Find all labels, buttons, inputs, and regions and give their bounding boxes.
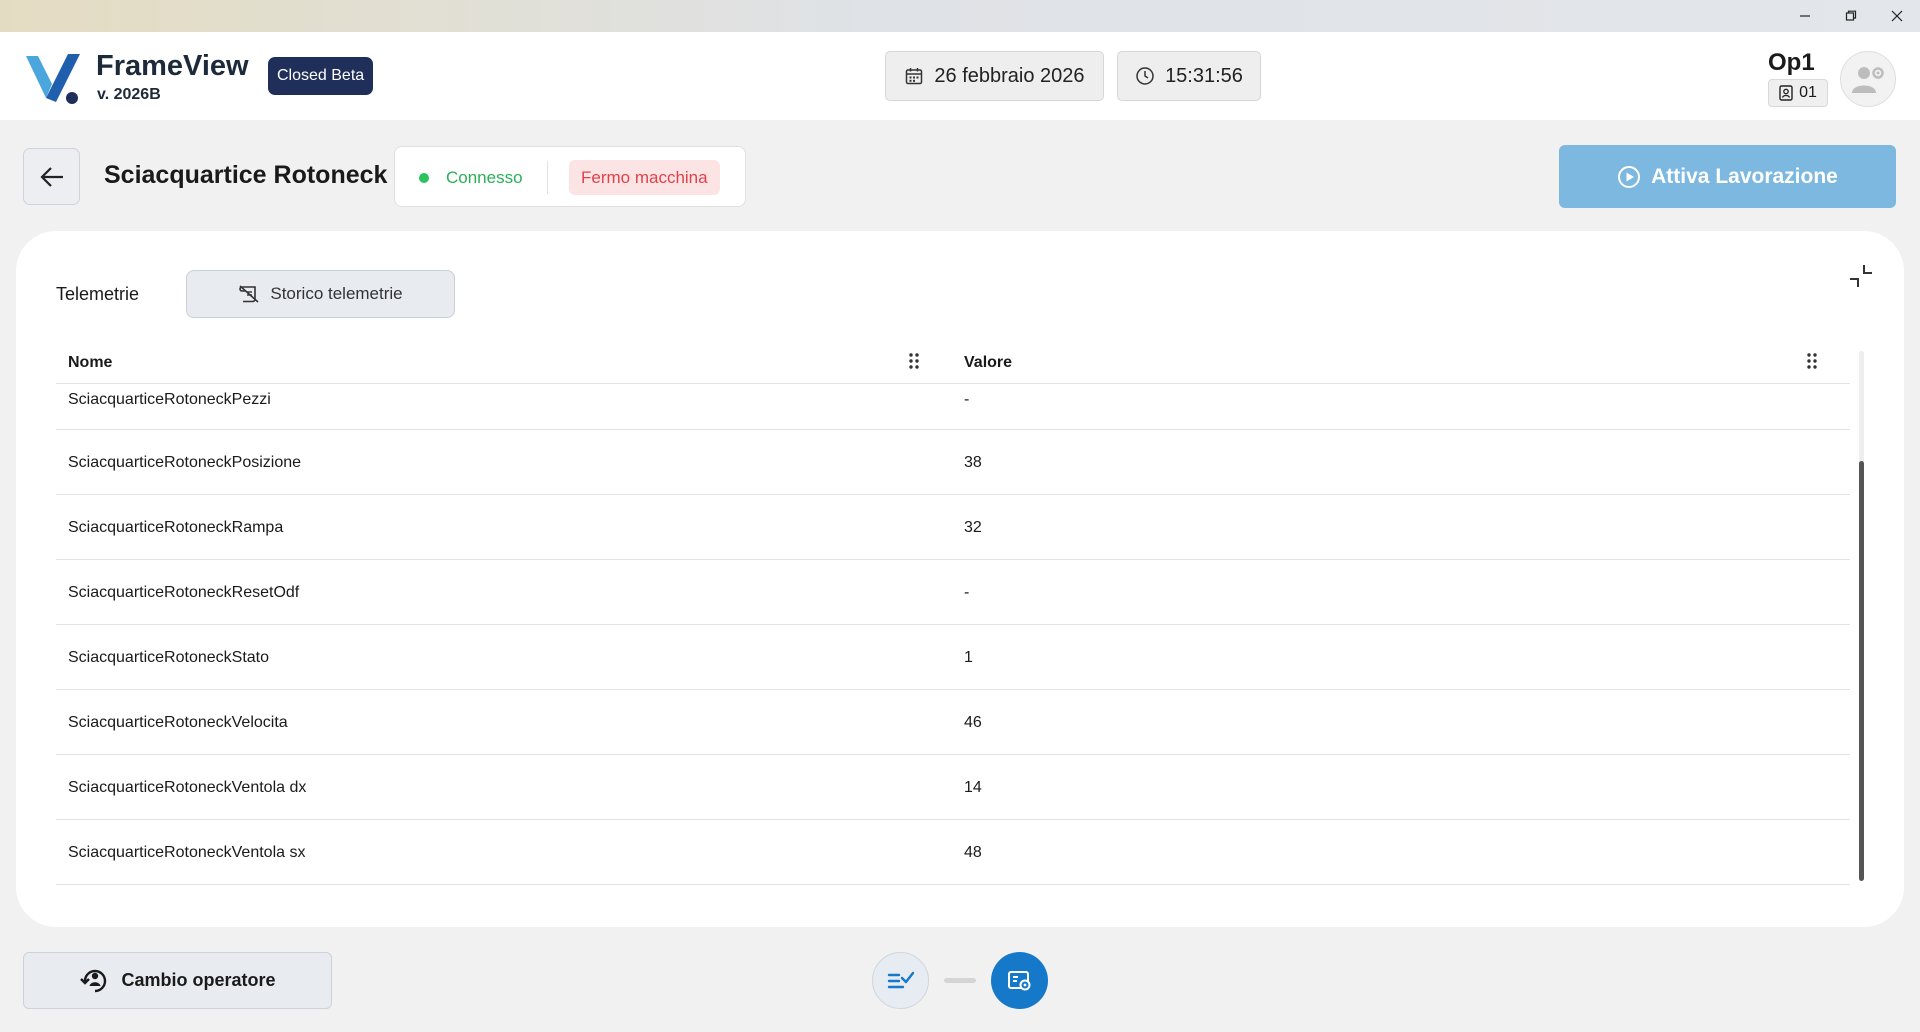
machine-status: Connesso Fermo macchina <box>394 146 746 207</box>
app-version: v. 2026B <box>97 86 161 103</box>
start-processing-label: Attiva Lavorazione <box>1651 164 1838 188</box>
operator-id-text: 01 <box>1799 84 1817 101</box>
time-display: 15:31:56 <box>1117 51 1261 101</box>
history-scroll-icon <box>239 285 259 303</box>
telemetry-settings-icon <box>1007 970 1030 990</box>
app-name: FrameView <box>96 50 249 82</box>
clock-icon <box>1136 67 1154 85</box>
cell-name: SciacquarticeRotoneckVentola dx <box>68 779 307 796</box>
change-operator-button[interactable]: Cambio operatore <box>23 952 332 1009</box>
drag-handle-icon[interactable] <box>908 352 920 370</box>
cell-value: 1 <box>964 649 973 666</box>
scrollbar-thumb[interactable] <box>1859 461 1864 881</box>
operator-id-badge: 01 <box>1768 79 1828 107</box>
cell-name: SciacquarticeRotoneckVelocita <box>68 714 288 731</box>
cell-name: SciacquarticeRotoneckVentola sx <box>68 844 306 861</box>
date-text: 26 febbraio 2026 <box>934 64 1085 87</box>
connection-status: Connesso <box>446 168 523 187</box>
telemetry-panel: Telemetrie Storico telemetrie Nome Valor… <box>16 231 1904 927</box>
drag-handle-icon[interactable] <box>1806 352 1818 370</box>
cell-name: SciacquarticeRotoneckStato <box>68 649 269 666</box>
telemetry-table: Nome Valore SciacquarticeRotoneckPezzi -… <box>56 342 1850 885</box>
cell-name: SciacquarticeRotoneckResetOdf <box>68 584 300 601</box>
app-header: FrameView v. 2026B Closed Beta 26 febbra… <box>0 32 1920 120</box>
beta-badge: Closed Beta <box>268 57 374 95</box>
nav-separator <box>944 978 976 983</box>
minimize-icon[interactable] <box>1782 0 1828 32</box>
close-icon[interactable] <box>1874 0 1920 32</box>
cell-name: SciacquarticeRotoneckPosizione <box>68 454 302 471</box>
status-divider <box>547 161 548 194</box>
avatar[interactable] <box>1840 51 1896 107</box>
user-switch-icon <box>80 969 107 992</box>
cell-value: - <box>964 391 970 408</box>
tab-history-label: Storico telemetrie <box>270 284 403 303</box>
table-body: SciacquarticeRotoneckPezzi - Sciacquarti… <box>56 384 1850 885</box>
cell-value: 32 <box>964 519 982 536</box>
table-header: Nome Valore <box>56 342 1850 384</box>
table-row[interactable]: SciacquarticeRotoneckVentola sx 48 <box>56 820 1850 885</box>
play-circle-icon <box>1618 165 1641 188</box>
machine-state-badge: Fermo macchina <box>569 160 720 195</box>
table-row[interactable]: SciacquarticeRotoneckPezzi - <box>56 384 1850 430</box>
nav-telemetry-button[interactable] <box>991 952 1048 1009</box>
back-button[interactable] <box>23 148 80 205</box>
column-header-value[interactable]: Valore <box>964 354 1012 372</box>
table-row[interactable]: SciacquarticeRotoneckResetOdf - <box>56 560 1850 625</box>
tab-history[interactable]: Storico telemetrie <box>186 270 455 318</box>
user-gear-icon <box>1852 67 1884 93</box>
window-controls <box>1782 0 1920 32</box>
nav-checklist-button[interactable] <box>872 952 929 1009</box>
date-display: 26 febbraio 2026 <box>885 51 1104 101</box>
cell-value: 46 <box>964 714 982 731</box>
arrow-left-icon <box>39 166 63 187</box>
checklist-icon <box>887 971 914 988</box>
column-header-name[interactable]: Nome <box>68 354 112 372</box>
table-row[interactable]: SciacquarticeRotoneckVelocita 46 <box>56 690 1850 755</box>
start-processing-button[interactable]: Attiva Lavorazione <box>1559 145 1896 208</box>
tab-telemetry[interactable]: Telemetrie <box>56 284 139 305</box>
table-row[interactable]: SciacquarticeRotoneckVentola dx 14 <box>56 755 1850 820</box>
table-row[interactable]: SciacquarticeRotoneckStato 1 <box>56 625 1850 690</box>
calendar-icon <box>906 68 923 85</box>
machine-title: Sciacquartice Rotoneck <box>104 161 388 189</box>
restore-icon[interactable] <box>1828 0 1874 32</box>
cell-name: SciacquarticeRotoneckPezzi <box>68 391 271 408</box>
cell-value: 14 <box>964 779 982 796</box>
cell-value: - <box>964 584 970 601</box>
table-row[interactable]: SciacquarticeRotoneckRampa 32 <box>56 495 1850 560</box>
app-logo <box>26 54 80 104</box>
table-row[interactable]: SciacquarticeRotoneckPosizione 38 <box>56 430 1850 495</box>
operator-name: Op1 <box>1768 49 1815 76</box>
cell-name: SciacquarticeRotoneckRampa <box>68 519 284 536</box>
id-badge-icon <box>1779 85 1793 101</box>
connection-dot <box>419 173 429 183</box>
cell-value: 38 <box>964 454 982 471</box>
change-operator-label: Cambio operatore <box>121 970 276 990</box>
cell-value: 48 <box>964 844 982 861</box>
collapse-icon[interactable] <box>1846 261 1876 291</box>
window-titlebar <box>0 0 1920 32</box>
time-text: 15:31:56 <box>1165 64 1243 87</box>
table-scrollbar[interactable] <box>1859 351 1864 881</box>
